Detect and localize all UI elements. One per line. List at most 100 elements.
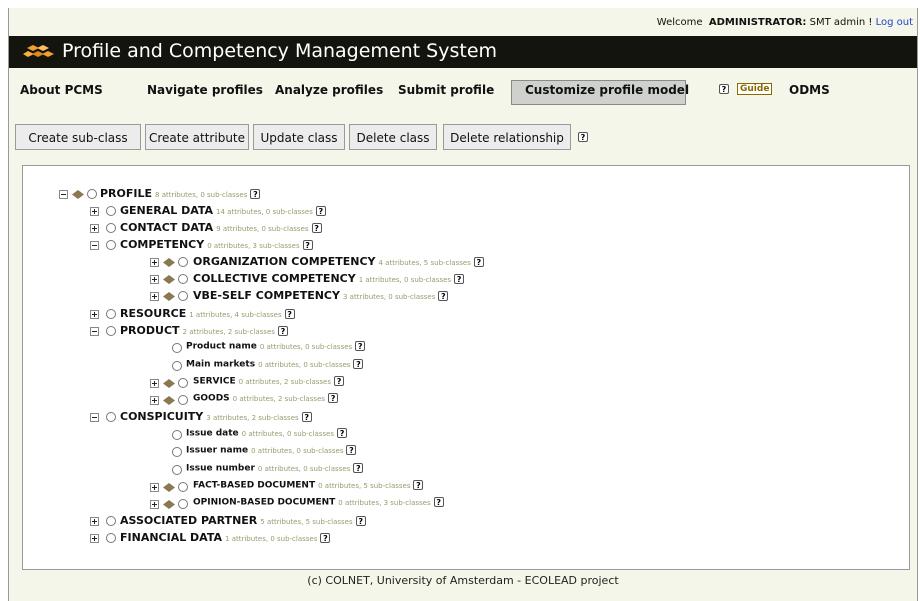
node-label[interactable]: RESOURCE 1 attributes, 4 sub-classes? [120,307,295,320]
select-radio[interactable] [178,274,188,284]
help-icon[interactable]: ? [413,480,424,490]
logout-link[interactable]: Log out [876,17,913,28]
select-radio[interactable] [106,326,116,336]
select-radio[interactable] [106,223,116,233]
help-icon[interactable]: ? [315,206,326,216]
expand-toggle[interactable] [150,483,159,492]
select-radio[interactable] [106,533,116,543]
select-radio[interactable] [87,189,97,199]
expand-toggle[interactable] [90,517,99,526]
collapse-toggle[interactable] [90,327,99,336]
node-label[interactable]: PROFILE 8 attributes, 0 sub-classes? [100,187,261,200]
welcome-line: Welcome ADMINISTRATOR: SMT admin ! Log o… [657,17,913,28]
expand-toggle[interactable] [150,500,159,509]
expand-toggle[interactable] [150,292,159,301]
node-label[interactable]: CONTACT DATA 9 attributes, 0 sub-classes? [120,221,322,234]
help-icon[interactable]: ? [302,240,313,250]
create-subclass-button[interactable]: Create sub-class [15,124,141,150]
expand-toggle[interactable] [90,310,99,319]
delete-relationship-button[interactable]: Delete relationship [443,124,571,150]
collapse-toggle[interactable] [90,241,99,250]
select-radio[interactable] [172,465,182,475]
profile-model-tree: PROFILE 8 attributes, 0 sub-classes? GENE… [22,165,910,570]
node-label[interactable]: Issuer name 0 attributes, 0 sub-classes? [186,445,357,456]
help-icon[interactable]: ? [346,445,357,455]
toolbar-help-icon[interactable]: ? [578,132,588,142]
menu-help-icon[interactable]: ? [719,84,729,94]
node-label[interactable]: PRODUCT 2 attributes, 2 sub-classes? [120,324,288,337]
app-title: Profile and Competency Management System [62,40,498,62]
help-icon[interactable]: ? [433,497,444,507]
update-class-button[interactable]: Update class [253,124,345,150]
select-radio[interactable] [106,309,116,319]
help-icon[interactable]: ? [473,257,484,267]
node-label[interactable]: FACT-BASED DOCUMENT 0 attributes, 5 sub-c… [193,480,424,491]
node-label[interactable]: Main markets 0 attributes, 0 sub-classes? [186,359,364,370]
expand-toggle[interactable] [150,275,159,284]
expand-toggle[interactable] [150,379,159,388]
expand-toggle[interactable] [90,207,99,216]
collapse-toggle[interactable] [59,190,68,199]
help-icon[interactable]: ? [311,223,322,233]
node-label[interactable]: GOODS 0 attributes, 2 sub-classes? [193,393,339,404]
select-radio[interactable] [106,240,116,250]
select-radio[interactable] [178,395,188,405]
help-icon[interactable]: ? [355,341,366,351]
select-radio[interactable] [178,378,188,388]
node-label[interactable]: Product name 0 attributes, 0 sub-classes? [186,341,366,352]
menu-about-pcms[interactable]: About PCMS [20,83,103,97]
help-icon[interactable]: ? [355,516,366,526]
select-radio[interactable] [178,499,188,509]
user-name: SMT admin ! [809,17,873,28]
create-attribute-button[interactable]: Create attribute [145,124,249,150]
node-label[interactable]: COLLECTIVE COMPETENCY 1 attributes, 0 sub… [193,272,465,285]
node-label[interactable]: CONSPICUITY 3 attributes, 2 sub-classes? [120,410,312,423]
help-icon[interactable]: ? [250,189,261,199]
node-label[interactable]: Issue number 0 attributes, 0 sub-classes? [186,463,364,474]
node-label[interactable]: GENERAL DATA 14 attributes, 0 sub-classes… [120,204,326,217]
help-icon[interactable]: ? [353,463,364,473]
help-icon[interactable]: ? [301,412,312,422]
collapse-toggle[interactable] [90,413,99,422]
menu-navigate-profiles[interactable]: Navigate profiles [147,83,263,97]
expand-toggle[interactable] [150,258,159,267]
guide-link[interactable]: Guide [737,83,773,95]
menu-submit-profile[interactable]: Submit profile [398,83,494,97]
node-label[interactable]: FINANCIAL DATA 1 attributes, 0 sub-classe… [120,531,331,544]
node-label[interactable]: OPINION-BASED DOCUMENT 0 attributes, 3 su… [193,497,444,508]
node-label[interactable]: ASSOCIATED PARTNER 5 attributes, 5 sub-cl… [120,514,366,527]
help-icon[interactable]: ? [277,326,288,336]
help-icon[interactable]: ? [284,309,295,319]
help-icon[interactable]: ? [337,428,348,438]
select-radio[interactable] [106,206,116,216]
help-icon[interactable]: ? [438,291,449,301]
expand-toggle[interactable] [90,224,99,233]
select-radio[interactable] [106,516,116,526]
help-icon[interactable]: ? [454,274,465,284]
select-radio[interactable] [172,447,182,457]
node-label[interactable]: SERVICE 0 attributes, 2 sub-classes? [193,376,345,387]
delete-class-button[interactable]: Delete class [349,124,437,150]
node-label[interactable]: Issue date 0 attributes, 0 sub-classes? [186,428,348,439]
node-label[interactable]: VBE-SELF COMPETENCY 3 attributes, 0 sub-c… [193,289,449,302]
menu-customize-profile-model[interactable]: Customize profile model [525,83,689,97]
expand-toggle[interactable] [150,396,159,405]
expand-toggle[interactable] [90,534,99,543]
select-radio[interactable] [178,257,188,267]
select-radio[interactable] [178,482,188,492]
help-icon[interactable]: ? [334,376,345,386]
welcome-label: Welcome [656,17,703,28]
help-icon[interactable]: ? [320,533,331,543]
select-radio[interactable] [106,412,116,422]
node-label[interactable]: COMPETENCY 0 attributes, 3 sub-classes? [120,238,313,251]
node-label[interactable]: ORGANIZATION COMPETENCY 4 attributes, 5 s… [193,255,484,268]
select-radio[interactable] [172,343,182,353]
help-icon[interactable]: ? [353,359,364,369]
menu-odms[interactable]: ODMS [789,83,830,97]
select-radio[interactable] [172,361,182,371]
menu-analyze-profiles[interactable]: Analyze profiles [275,83,383,97]
node-count: 0 attributes, 0 sub-classes [258,360,351,369]
select-radio[interactable] [178,291,188,301]
select-radio[interactable] [172,430,182,440]
help-icon[interactable]: ? [328,393,339,403]
